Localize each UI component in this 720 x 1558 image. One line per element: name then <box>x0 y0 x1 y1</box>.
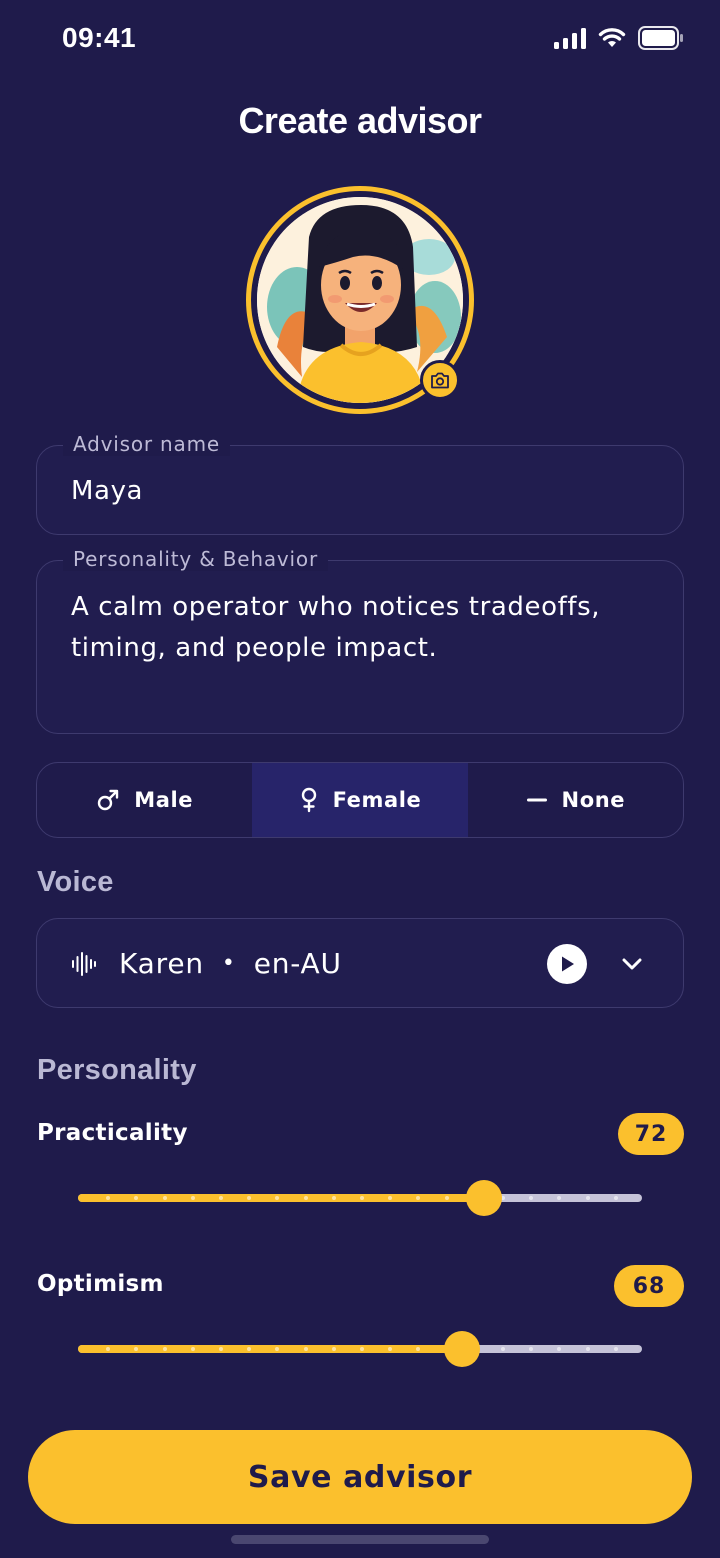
slider-tick <box>585 1196 590 1200</box>
gender-option-male[interactable]: Male <box>37 763 252 837</box>
status-bar: 09:41 <box>0 0 720 80</box>
slider-tick <box>247 1196 252 1200</box>
gender-toggle: Male Female None <box>36 762 684 838</box>
page-title: Create advisor <box>238 100 482 141</box>
battery-icon <box>638 26 683 50</box>
optimism-slider[interactable] <box>78 1331 642 1367</box>
slider-tick <box>303 1196 308 1200</box>
slider-tick <box>134 1196 139 1200</box>
slider-tick <box>388 1347 393 1351</box>
voice-locale: en-AU <box>253 947 342 980</box>
gender-option-none[interactable]: None <box>468 763 683 837</box>
chevron-down-icon[interactable] <box>619 951 645 977</box>
voice-value: Karen • en-AU <box>119 947 342 980</box>
wifi-icon <box>598 28 626 47</box>
gender-label-none: None <box>561 788 626 812</box>
slider-tick <box>388 1196 393 1200</box>
personality-section-title: Personality <box>37 1054 197 1086</box>
voice-section-title: Voice <box>37 866 114 898</box>
slider-tick <box>416 1196 421 1200</box>
avatar[interactable] <box>246 186 474 414</box>
slider-tick <box>106 1347 111 1351</box>
slider-ticks <box>78 1347 642 1351</box>
slider-thumb[interactable] <box>466 1180 503 1216</box>
slider-tick <box>303 1347 308 1351</box>
slider-tick <box>162 1347 167 1351</box>
voice-select[interactable]: Karen • en-AU <box>36 918 684 1008</box>
waveform-icon <box>72 952 96 976</box>
slider-tick <box>613 1196 618 1200</box>
practicality-slider[interactable] <box>78 1180 642 1216</box>
slider-tick <box>331 1196 336 1200</box>
slider-ticks <box>78 1196 642 1200</box>
slider-tick <box>529 1347 534 1351</box>
slider-tick <box>613 1347 618 1351</box>
dash-icon <box>526 798 547 802</box>
slider-thumb[interactable] <box>443 1331 480 1367</box>
slider-tick <box>190 1347 195 1351</box>
behavior-value[interactable]: A calm operator who notices tradeoffs, t… <box>71 587 661 669</box>
slider-tick <box>529 1196 534 1200</box>
slider-tick <box>331 1347 336 1351</box>
slider-tick <box>134 1347 139 1351</box>
slider-tick <box>557 1347 562 1351</box>
slider-tick <box>444 1196 449 1200</box>
cellular-signal-icon <box>554 27 586 49</box>
slider-tick <box>190 1196 195 1200</box>
advisor-name-value[interactable]: Maya <box>71 476 143 506</box>
status-icons <box>554 26 684 50</box>
slider-tick <box>585 1347 590 1351</box>
advisor-name-field[interactable]: Advisor name Maya <box>36 432 684 535</box>
male-icon <box>98 789 119 811</box>
female-icon <box>301 787 316 813</box>
camera-icon[interactable] <box>420 360 460 400</box>
gender-option-female[interactable]: Female <box>252 763 468 837</box>
save-button[interactable]: Save advisor <box>28 1430 692 1524</box>
trait-label-practicality: Practicality <box>37 1120 188 1146</box>
home-indicator <box>231 1535 489 1544</box>
slider-tick <box>360 1347 364 1351</box>
slider-tick <box>416 1347 421 1351</box>
slider-tick <box>219 1196 223 1200</box>
behavior-field[interactable]: Personality & Behavior A calm operator w… <box>36 547 684 734</box>
slider-tick <box>247 1347 252 1351</box>
advisor-name-label: Advisor name <box>63 432 230 456</box>
trait-value-badge: 72 <box>618 1113 684 1155</box>
gender-label-female: Female <box>332 788 422 812</box>
behavior-label: Personality & Behavior <box>63 547 328 571</box>
trait-value-badge: 68 <box>614 1265 684 1307</box>
play-icon[interactable] <box>547 944 587 984</box>
slider-tick <box>360 1196 364 1200</box>
slider-tick <box>219 1347 223 1351</box>
voice-separator: • <box>221 951 236 976</box>
gender-label-male: Male <box>134 788 194 812</box>
trait-label-optimism: Optimism <box>37 1271 164 1297</box>
slider-tick <box>501 1347 505 1351</box>
status-time: 09:41 <box>62 22 137 53</box>
slider-tick <box>275 1347 280 1351</box>
slider-tick <box>162 1196 167 1200</box>
slider-tick <box>106 1196 111 1200</box>
slider-tick <box>275 1196 280 1200</box>
slider-tick <box>557 1196 562 1200</box>
voice-name: Karen <box>119 947 204 980</box>
